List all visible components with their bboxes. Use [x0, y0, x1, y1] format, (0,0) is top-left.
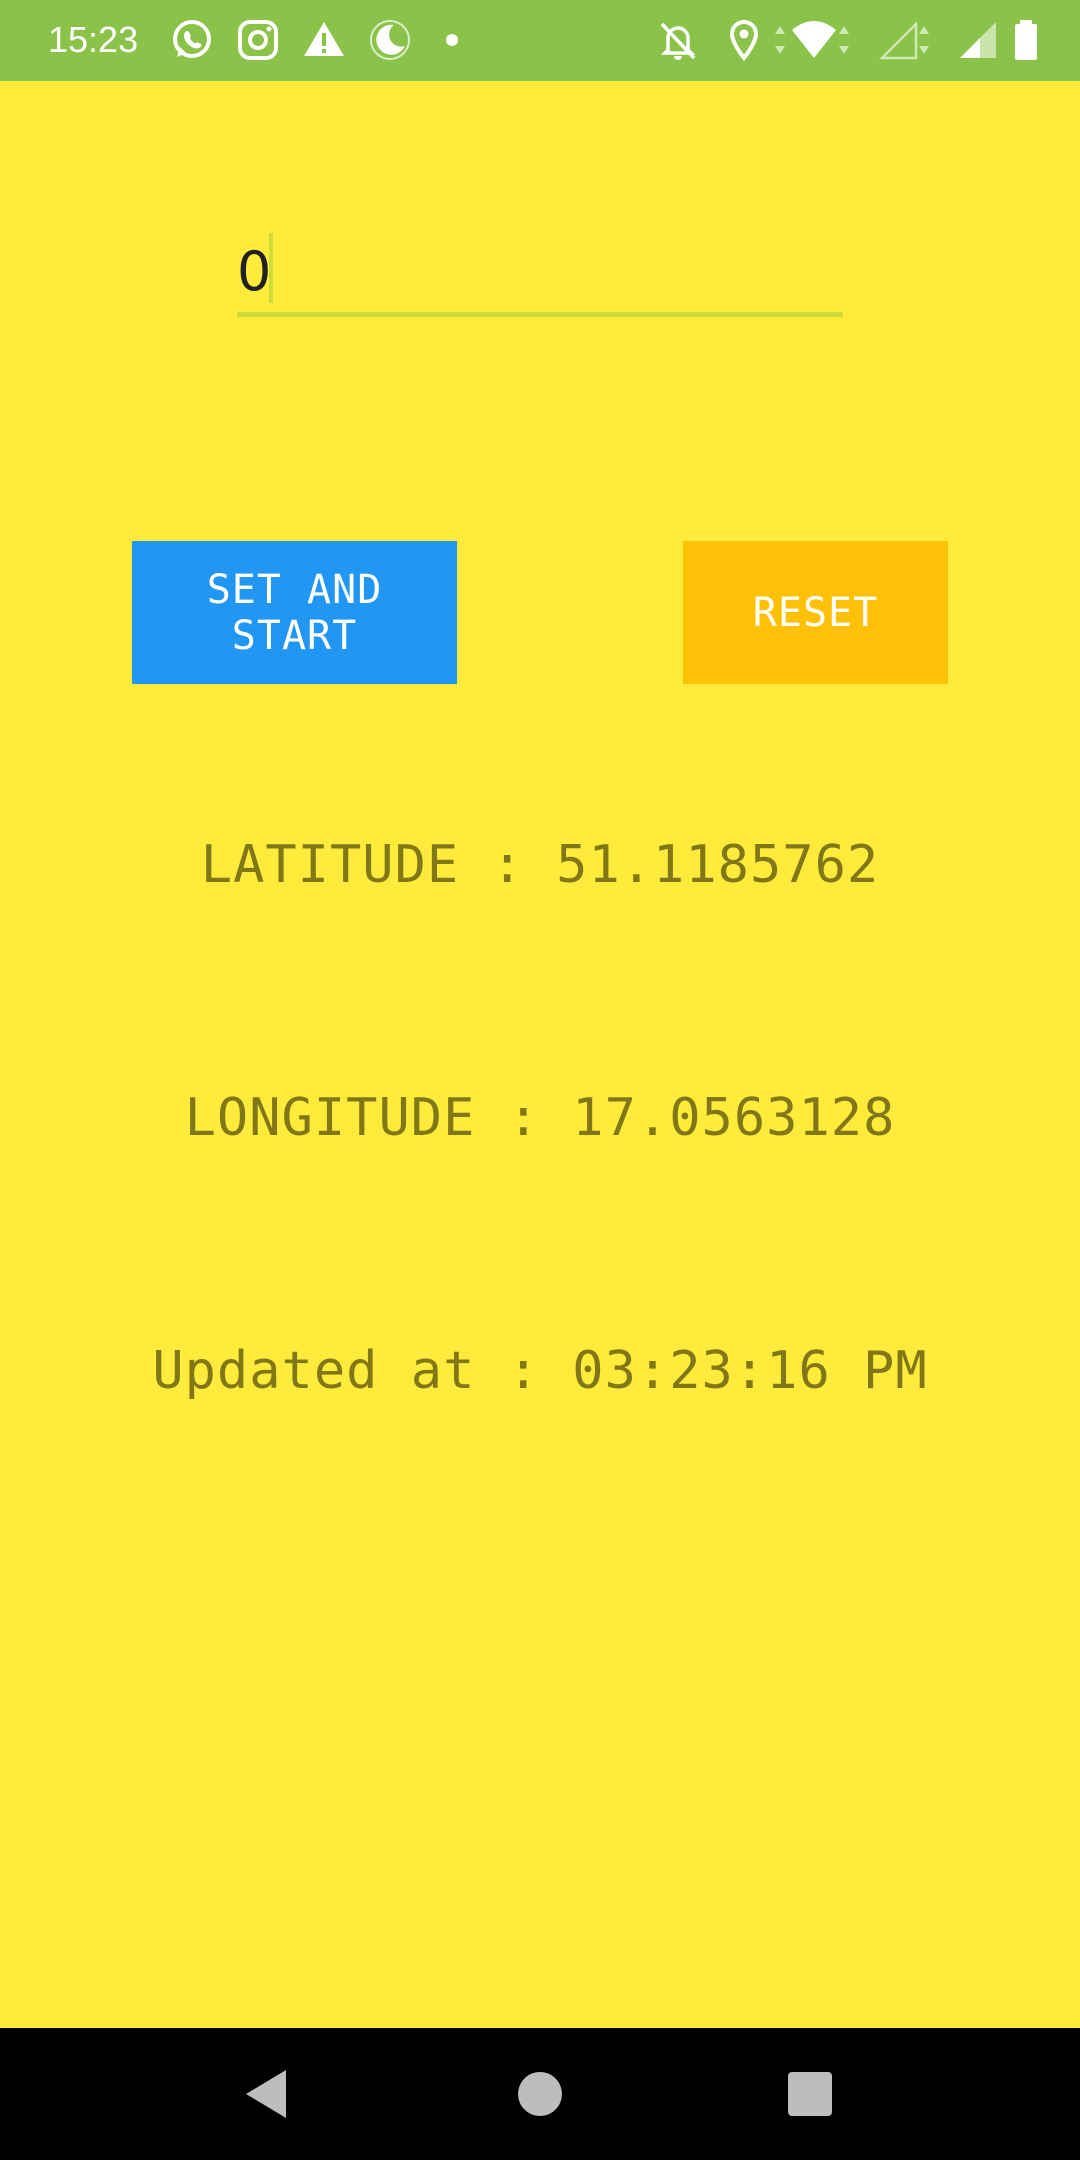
- whatsapp-icon: [168, 16, 216, 64]
- value-input[interactable]: [237, 231, 843, 317]
- status-time: 15:23: [48, 19, 139, 60]
- set-and-start-button[interactable]: SET AND START: [132, 541, 457, 684]
- back-icon[interactable]: [236, 2064, 296, 2124]
- home-icon[interactable]: [510, 2064, 570, 2124]
- updated-at-text: Updated at : 03:23:16 PM: [152, 1341, 928, 1401]
- night-mode-icon: [366, 16, 414, 64]
- navigation-bar: [0, 2028, 1080, 2160]
- dot-icon: [428, 16, 476, 64]
- bell-off-icon: [654, 16, 702, 64]
- wifi-icon: [790, 16, 838, 64]
- recents-icon[interactable]: [780, 2064, 840, 2124]
- location-icon: [720, 16, 768, 64]
- text-cursor: [269, 233, 273, 303]
- warning-icon: [300, 16, 348, 64]
- signal-icon: [954, 16, 1002, 64]
- battery-icon: [1002, 16, 1050, 64]
- reset-button[interactable]: RESET: [683, 541, 948, 684]
- wifi-arrows-icon: [834, 16, 882, 64]
- app-screen: SET AND START RESET LATITUDE : 51.118576…: [0, 81, 1080, 2028]
- longitude-text: LONGITUDE : 17.0563128: [184, 1088, 896, 1148]
- status-bar: 15:23: [0, 0, 1080, 81]
- latitude-text: LATITUDE : 51.1185762: [200, 835, 880, 895]
- instagram-icon: [234, 16, 282, 64]
